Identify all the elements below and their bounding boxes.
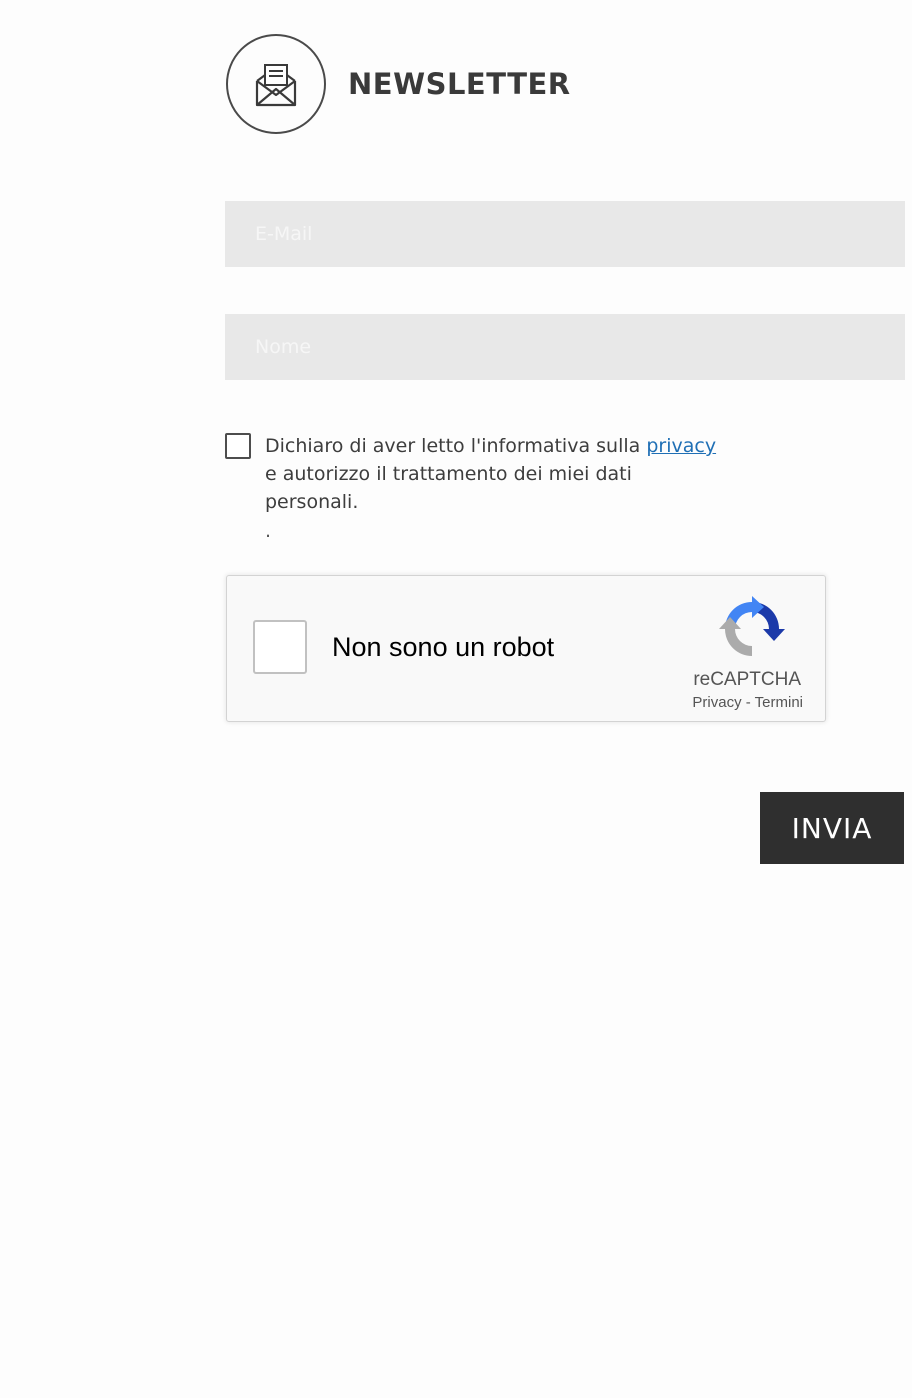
name-field[interactable] [225,314,905,380]
recaptcha-checkbox[interactable] [253,620,307,674]
recaptcha-links: Privacy - Termini [692,694,803,711]
submit-button[interactable]: INVIA [760,792,904,864]
recaptcha-terms-link[interactable]: Termini [755,694,803,711]
recaptcha-icon [719,596,785,656]
privacy-consent: Dichiaro di aver letto l'informativa sul… [225,432,725,516]
privacy-consent-text: Dichiaro di aver letto l'informativa sul… [265,432,725,516]
privacy-consent-checkbox[interactable] [225,433,251,459]
recaptcha-privacy-link[interactable]: Privacy [692,694,741,711]
recaptcha-label: Non sono un robot [332,632,555,662]
recaptcha-brand: reCAPTCHA [693,669,801,690]
envelope-newsletter-icon [226,34,326,134]
email-field[interactable] [225,201,905,267]
consent-text-after: e autorizzo il trattamento dei miei dati… [265,463,632,513]
recaptcha-widget: Non sono un robot reCAPTCHA Privacy - Te… [226,575,826,722]
page-title: NEWSLETTER [348,67,571,101]
privacy-link[interactable]: privacy [646,435,716,457]
newsletter-header: NEWSLETTER [226,34,571,134]
consent-dot: . [265,520,272,542]
recaptcha-link-separator: - [741,694,755,711]
consent-text-before: Dichiaro di aver letto l'informativa sul… [265,435,647,457]
